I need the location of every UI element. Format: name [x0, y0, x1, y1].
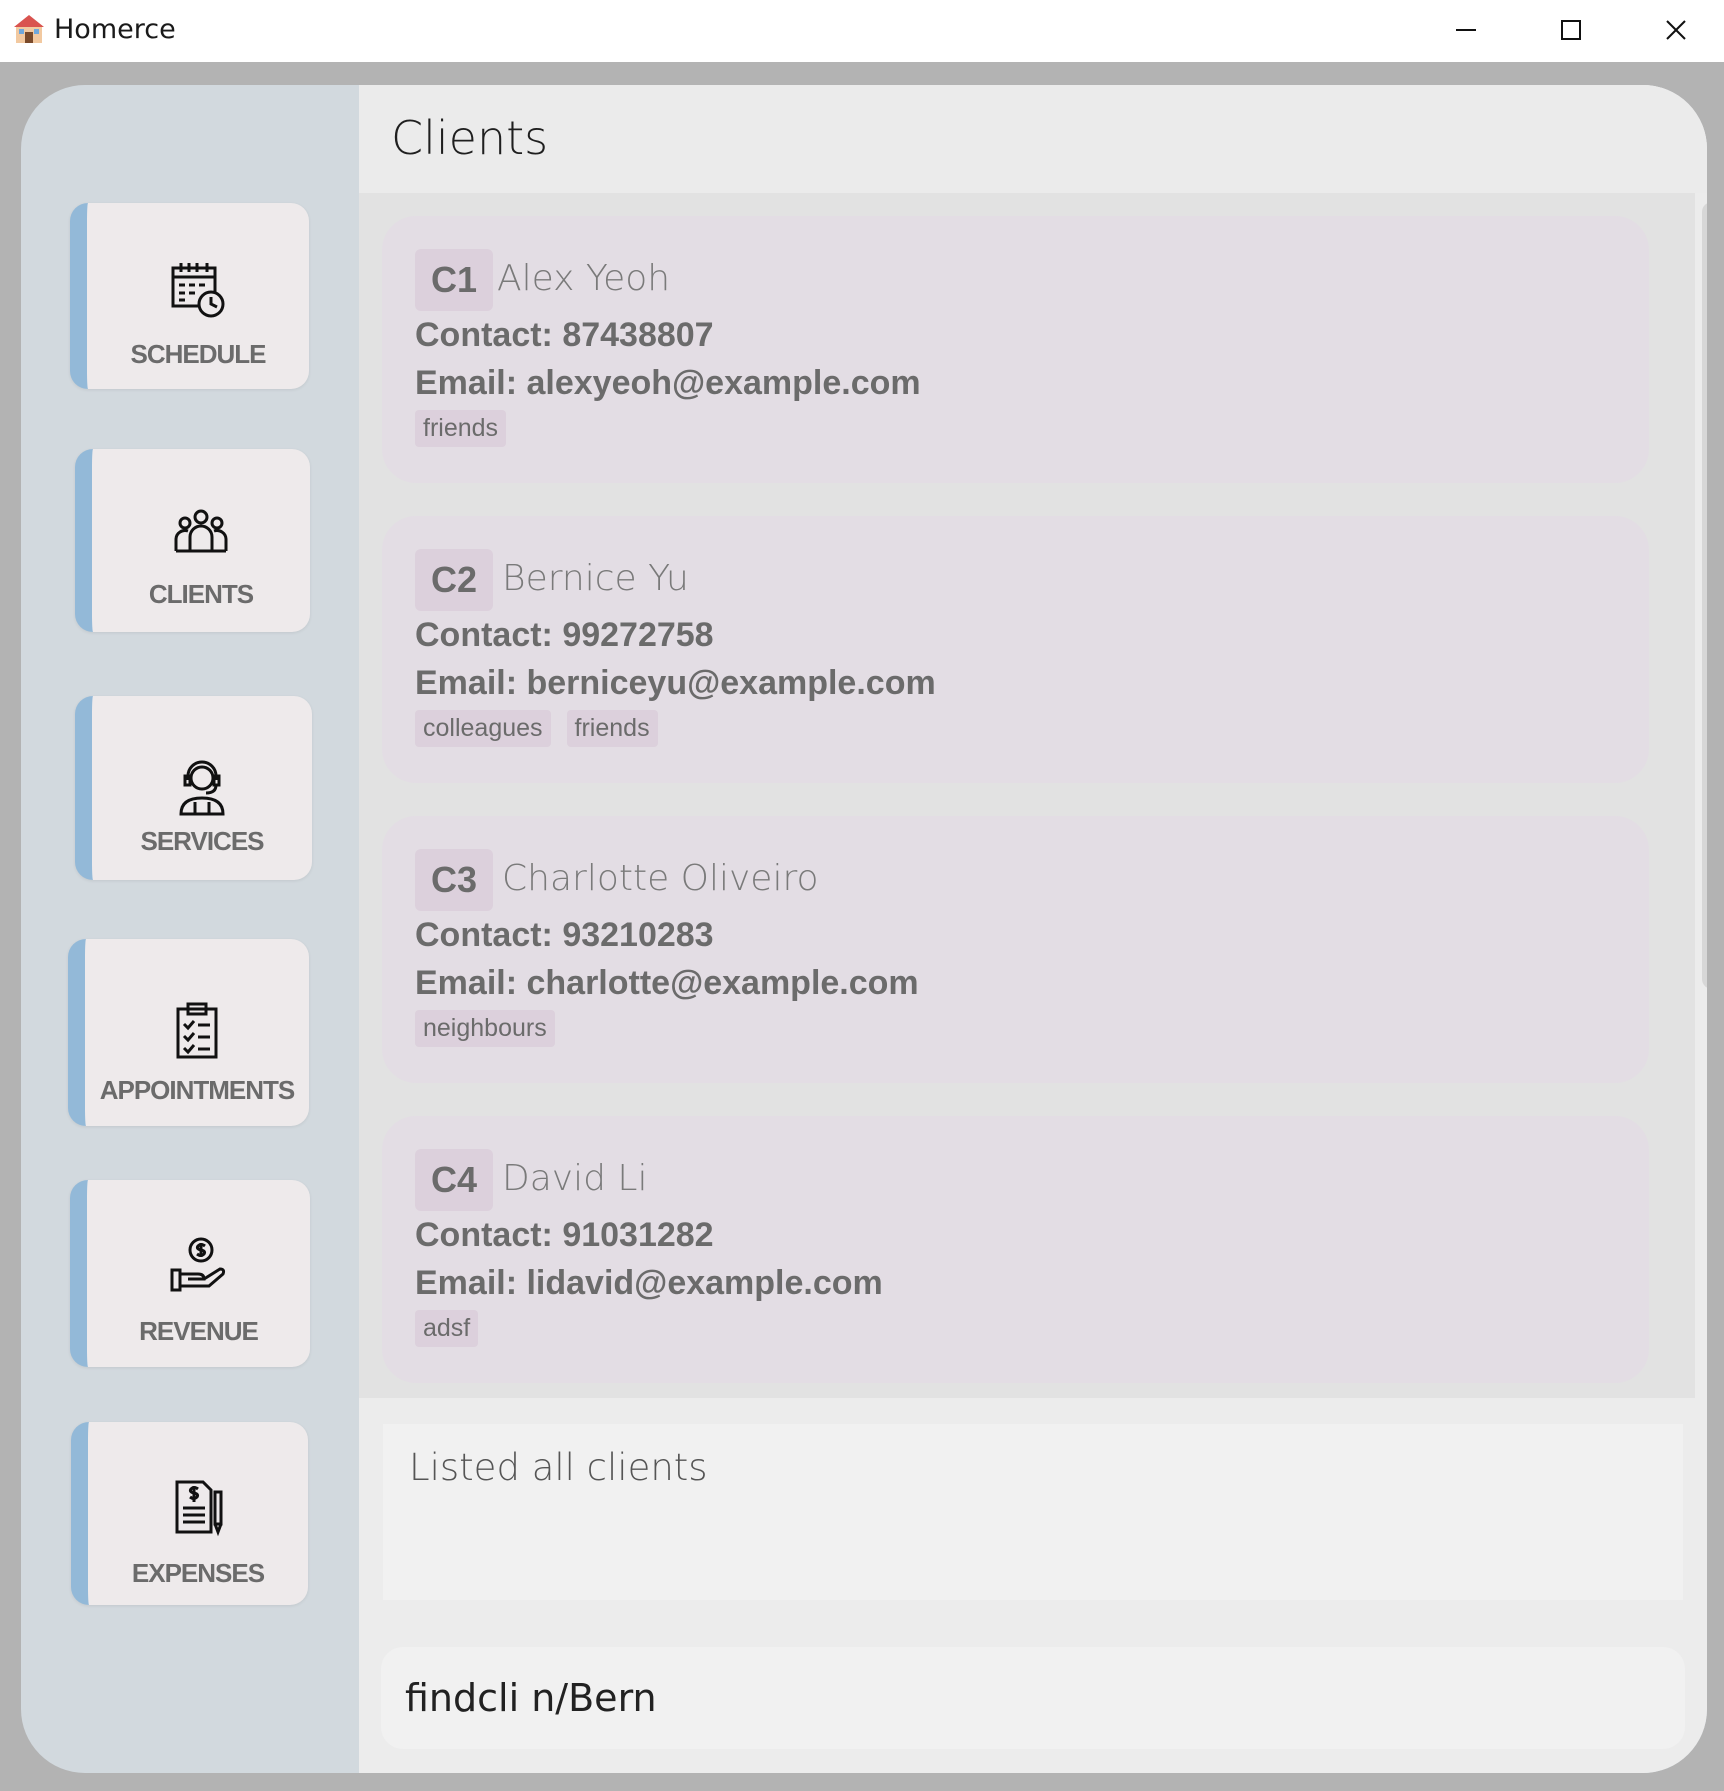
result-message: Listed all clients: [409, 1446, 708, 1489]
main-window: SCHEDULE CLIENTS SERVICES APPOINTMENTS R…: [21, 85, 1707, 1773]
tag: neighbours: [415, 1010, 555, 1047]
minimize-button[interactable]: [1436, 6, 1496, 54]
client-card[interactable]: C2 Bernice Yu Contact: 99272758 Email: b…: [382, 516, 1649, 783]
receipt-dollar-pen-icon: [175, 1480, 223, 1537]
maximize-button[interactable]: [1541, 6, 1601, 54]
maximize-icon: [1561, 20, 1581, 40]
app-house-icon: [14, 15, 44, 43]
close-icon: [1666, 20, 1686, 40]
sidebar-item-label: APPOINTMENTS: [99, 1075, 296, 1105]
client-index: C3: [415, 849, 494, 911]
client-card[interactable]: C4 David Li Contact: 91031282 Email: lid…: [382, 1116, 1649, 1383]
client-tags: neighbours: [415, 1010, 555, 1047]
sidebar-item-clients[interactable]: CLIENTS: [75, 449, 310, 632]
client-contact: Contact: 93210283: [415, 916, 714, 954]
sidebar: SCHEDULE CLIENTS SERVICES APPOINTMENTS R…: [21, 85, 359, 1773]
clipboard-checklist-icon: [176, 1002, 218, 1059]
client-list[interactable]: C1 Alex Yeoh Contact: 87438807 Email: al…: [359, 193, 1695, 1398]
command-input[interactable]: [405, 1665, 1655, 1731]
sidebar-item-services[interactable]: SERVICES: [75, 696, 312, 880]
command-box[interactable]: [381, 1647, 1685, 1749]
client-name: Bernice Yu: [502, 558, 689, 599]
people-group-icon: [174, 509, 228, 553]
title-bar: Homerce: [0, 0, 1724, 62]
tag: friends: [415, 410, 507, 447]
sidebar-item-schedule[interactable]: SCHEDULE: [70, 203, 309, 389]
window-title: Homerce: [54, 14, 176, 45]
tag: adsf: [415, 1310, 479, 1347]
page-title: Clients: [391, 111, 549, 165]
client-contact: Contact: 99272758: [415, 616, 714, 654]
sidebar-item-label: CLIENTS: [148, 579, 254, 609]
hand-dollar-icon: [170, 1237, 225, 1292]
client-index: C1: [415, 249, 494, 311]
tag: friends: [566, 710, 658, 747]
sidebar-item-label: REVENUE: [139, 1316, 259, 1346]
client-tags: colleagues friends: [415, 710, 658, 747]
client-card[interactable]: C3 Charlotte Oliveiro Contact: 93210283 …: [382, 816, 1649, 1083]
client-name: David Li: [502, 1158, 648, 1199]
client-email: Email: lidavid@example.com: [415, 1264, 883, 1302]
tag: colleagues: [415, 710, 551, 747]
client-index: C4: [415, 1149, 494, 1211]
client-name: Alex Yeoh: [497, 258, 671, 299]
client-name: Charlotte Oliveiro: [502, 858, 819, 899]
result-display: Listed all clients: [383, 1424, 1683, 1600]
sidebar-item-label: SERVICES: [140, 826, 264, 856]
client-email: Email: charlotte@example.com: [415, 964, 919, 1002]
minimize-icon: [1456, 29, 1476, 31]
customer-service-agent-icon: [179, 760, 225, 816]
sidebar-item-appointments[interactable]: APPOINTMENTS: [68, 939, 309, 1126]
sidebar-item-label: EXPENSES: [131, 1558, 265, 1588]
sidebar-item-label: SCHEDULE: [130, 339, 266, 369]
list-scrollbar-thumb[interactable]: [1702, 202, 1707, 989]
client-card[interactable]: C1 Alex Yeoh Contact: 87438807 Email: al…: [382, 216, 1649, 483]
sidebar-item-revenue[interactable]: REVENUE: [70, 1180, 310, 1367]
sidebar-item-expenses[interactable]: EXPENSES: [71, 1422, 308, 1605]
client-tags: adsf: [415, 1310, 479, 1347]
content-panel: Clients C1 Alex Yeoh Contact: 87438807 E…: [359, 85, 1707, 1773]
client-contact: Contact: 87438807: [415, 316, 714, 354]
client-email: Email: alexyeoh@example.com: [415, 364, 921, 402]
page-header: Clients: [359, 85, 1707, 193]
client-contact: Contact: 91031282: [415, 1216, 714, 1254]
client-tags: friends: [415, 410, 507, 447]
client-email: Email: berniceyu@example.com: [415, 664, 936, 702]
calendar-clock-icon: [171, 263, 225, 318]
close-button[interactable]: [1646, 6, 1706, 54]
client-index: C2: [415, 549, 494, 611]
